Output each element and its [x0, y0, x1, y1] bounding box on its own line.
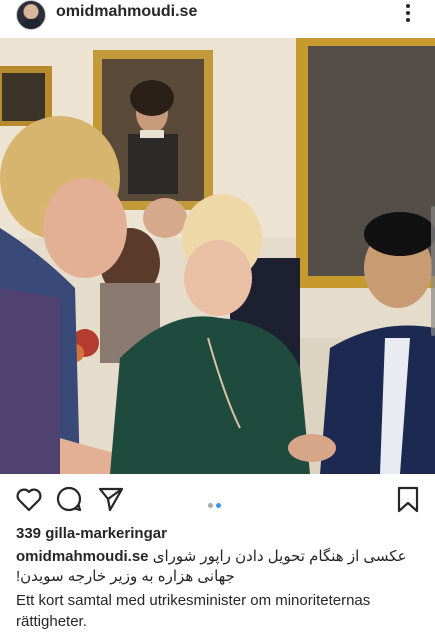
send-icon[interactable]: [96, 484, 126, 514]
action-bar: [0, 482, 435, 516]
caption-username[interactable]: omidmahmoudi.se: [16, 548, 149, 565]
profile-avatar[interactable]: [16, 0, 46, 30]
likes-count[interactable]: 339 gilla-markeringar: [16, 525, 167, 542]
carousel-indicator: [208, 495, 230, 508]
heart-icon[interactable]: [14, 484, 44, 514]
caption-swedish: Ett kort samtal med utrikesminister om m…: [16, 592, 371, 630]
bookmark-icon[interactable]: [393, 484, 423, 514]
post-header: omidmahmoudi.se: [0, 0, 435, 32]
caption-persian-text: عکسی از هنگام تحویل دادن راپور شورای: [152, 548, 407, 565]
caption-persian-line1: omidmahmoudi.se عکسی از هنگام تحویل دادن…: [16, 546, 420, 567]
post-photo[interactable]: [0, 38, 435, 474]
post-username[interactable]: omidmahmoudi.se: [56, 3, 197, 21]
more-options-icon[interactable]: [400, 2, 416, 24]
carousel-dot-active: [216, 503, 221, 508]
carousel-dot-inactive: [208, 503, 213, 508]
comment-icon[interactable]: [54, 484, 84, 514]
caption-persian-line2: جهانی هزاره به وزیر خارجه سویدن!: [16, 568, 235, 585]
